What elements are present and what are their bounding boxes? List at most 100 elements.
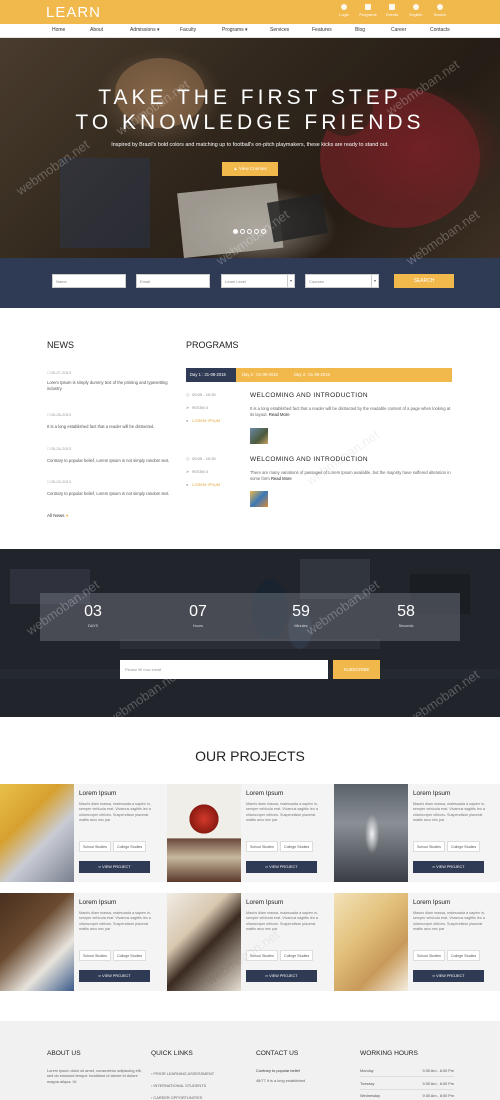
news-item[interactable]: Contrary to popular belief, Lorem Ipsum … xyxy=(47,458,172,464)
tag-college-studies[interactable]: College Studies xyxy=(447,950,481,961)
tag-school-studies[interactable]: School Studies xyxy=(246,950,278,961)
program-room: ➤ ROOM 4 xyxy=(186,405,208,410)
name-input[interactable]: Name xyxy=(52,274,126,288)
view-project-button[interactable]: ∞ VIEW PROJECT xyxy=(79,861,150,873)
tag-school-studies[interactable]: School Studies xyxy=(413,950,445,961)
all-news-link[interactable]: All News ● xyxy=(47,513,69,518)
project-title[interactable]: Lorem Ipsum xyxy=(246,899,283,906)
nav-blog[interactable]: Blog xyxy=(355,27,365,33)
level-select[interactable]: Learn Level ▾ xyxy=(221,274,295,288)
courses-select[interactable]: Courses ▾ xyxy=(305,274,379,288)
nav-faculty[interactable]: Faculty xyxy=(180,27,196,33)
view-project-button[interactable]: ∞ VIEW PROJECT xyxy=(413,970,484,982)
footer-link[interactable]: › PRIOR LEARNING ASSESSMENT xyxy=(151,1071,214,1076)
tag-college-studies[interactable]: College Studies xyxy=(113,950,147,961)
read-more-link[interactable]: Read More xyxy=(269,412,290,417)
project-image[interactable] xyxy=(0,893,74,991)
news-date: □ 05-28-2013 xyxy=(47,412,71,417)
project-image[interactable] xyxy=(0,784,74,882)
tag-college-studies[interactable]: College Studies xyxy=(447,841,481,852)
globe-icon xyxy=(413,4,419,10)
email-input[interactable]: Email xyxy=(136,274,210,288)
project-title[interactable]: Lorem Ipsum xyxy=(413,899,450,906)
nav-features[interactable]: Features xyxy=(312,27,332,33)
tag-school-studies[interactable]: School Studies xyxy=(246,841,278,852)
tab-day-1[interactable]: Day 1 : 31-08-2015 xyxy=(186,368,236,382)
program-thumbnail[interactable] xyxy=(250,491,268,507)
project-description: Mauris diam massa, malesuada a sapien in… xyxy=(79,802,151,823)
site-logo[interactable]: LEARN xyxy=(46,4,101,21)
hero-subtitle: Inspired by Brazil's bold colors and mat… xyxy=(111,142,389,148)
programs-link[interactable]: Programs xyxy=(357,4,379,17)
read-more-link[interactable]: Read More xyxy=(271,476,292,481)
view-project-button[interactable]: ∞ VIEW PROJECT xyxy=(246,970,317,982)
nav-about[interactable]: About xyxy=(90,27,103,33)
project-image[interactable] xyxy=(334,893,408,991)
countdown-minutes: 59 xyxy=(292,603,310,620)
search-link[interactable]: Search xyxy=(429,4,451,17)
program-room: ➤ ROOM 4 xyxy=(186,469,208,474)
tag-college-studies[interactable]: College Studies xyxy=(113,841,147,852)
project-title[interactable]: Lorem Ipsum xyxy=(246,790,283,797)
tag-college-studies[interactable]: College Studies xyxy=(280,950,314,961)
slide-dot-3[interactable] xyxy=(247,229,252,234)
language-link[interactable]: English xyxy=(405,4,427,17)
project-title[interactable]: Lorem Ipsum xyxy=(79,899,116,906)
footer-hours-title: WORKING HOURS xyxy=(360,1050,418,1057)
program-description: There are many variations of passages of… xyxy=(250,470,451,482)
tag-college-studies[interactable]: College Studies xyxy=(280,841,314,852)
program-speaker[interactable]: ● LOREM IPSUM xyxy=(186,418,220,423)
subscribe-email-input[interactable]: Please fill now email xyxy=(120,660,328,679)
view-project-button[interactable]: ∞ VIEW PROJECT xyxy=(79,970,150,982)
countdown-seconds: 58 xyxy=(397,603,415,620)
footer-contact-text: 48/77 It is a long established xyxy=(256,1078,306,1083)
footer-link[interactable]: › INTERNATIONAL STUDENTS xyxy=(151,1083,206,1088)
tab-day-3[interactable]: Day 3 : 01-09-2015 xyxy=(290,368,346,382)
nav-programs[interactable]: Programs ▾ xyxy=(222,27,248,33)
nav-admissions[interactable]: Admissions ▾ xyxy=(130,27,159,33)
news-item[interactable]: Contrary to popular belief, Lorem Ipsum … xyxy=(47,491,172,497)
nav-career[interactable]: Career xyxy=(391,27,406,33)
view-courses-button[interactable]: ▲ View Courses xyxy=(222,162,278,176)
nav-home[interactable]: Home xyxy=(52,27,65,33)
project-description: Mauris diam massa, malesuada a sapien in… xyxy=(413,802,485,823)
program-thumbnail[interactable] xyxy=(250,428,268,444)
tab-day-2[interactable]: Day 2 : 01-09-2015 xyxy=(238,368,290,382)
project-image[interactable] xyxy=(167,893,241,991)
nav-services[interactable]: Services xyxy=(270,27,289,33)
slide-dot-1[interactable] xyxy=(233,229,238,234)
project-card: Lorem Ipsum Mauris diam massa, malesuada… xyxy=(334,784,500,882)
login-link[interactable]: Login xyxy=(333,4,355,17)
location-icon: ➤ xyxy=(186,469,190,474)
tag-school-studies[interactable]: School Studies xyxy=(79,950,111,961)
program-day-tabs: Day 1 : 31-08-2015 Day 2 : 01-09-2015 Da… xyxy=(186,368,452,382)
slide-dot-4[interactable] xyxy=(254,229,259,234)
person-icon: ● xyxy=(186,418,189,423)
project-card: Lorem Ipsum Mauris diam massa, malesuada… xyxy=(167,893,334,991)
tag-school-studies[interactable]: School Studies xyxy=(413,841,445,852)
program-time: ◷ 09:00 - 10:30 xyxy=(186,456,216,461)
events-link[interactable]: Events xyxy=(381,4,403,17)
project-image[interactable] xyxy=(167,784,241,882)
project-image[interactable] xyxy=(334,784,408,882)
view-project-button[interactable]: ∞ VIEW PROJECT xyxy=(246,861,317,873)
search-button[interactable]: SEARCH xyxy=(394,274,454,288)
slide-dot-2[interactable] xyxy=(240,229,245,234)
project-description: Mauris diam massa, malesuada a sapien in… xyxy=(246,911,318,932)
program-title: WELCOMING AND INTRODUCTION xyxy=(250,392,369,399)
news-item[interactable]: Lorem Ipsum is simply dummy text of the … xyxy=(47,380,172,393)
project-title[interactable]: Lorem Ipsum xyxy=(413,790,450,797)
footer-link[interactable]: › CAREER OPPORTUNITIES xyxy=(151,1095,202,1100)
slide-dot-5[interactable] xyxy=(261,229,266,234)
nav-contacts[interactable]: Contacts xyxy=(430,27,450,33)
project-card: Lorem Ipsum Mauris diam massa, malesuada… xyxy=(0,893,167,991)
subscribe-button[interactable]: SUBSCRIBE xyxy=(333,660,380,679)
view-project-button[interactable]: ∞ VIEW PROJECT xyxy=(413,861,484,873)
project-title[interactable]: Lorem Ipsum xyxy=(79,790,116,797)
news-date: □ 05-27-2013 xyxy=(47,370,71,375)
tag-school-studies[interactable]: School Studies xyxy=(79,841,111,852)
news-item[interactable]: It is a long established fact that a rea… xyxy=(47,424,172,430)
program-time: ◷ 09:00 - 10:30 xyxy=(186,392,216,397)
countdown-hours-label: Hours xyxy=(192,624,204,628)
program-speaker[interactable]: ● LOREM IPSUM xyxy=(186,482,220,487)
